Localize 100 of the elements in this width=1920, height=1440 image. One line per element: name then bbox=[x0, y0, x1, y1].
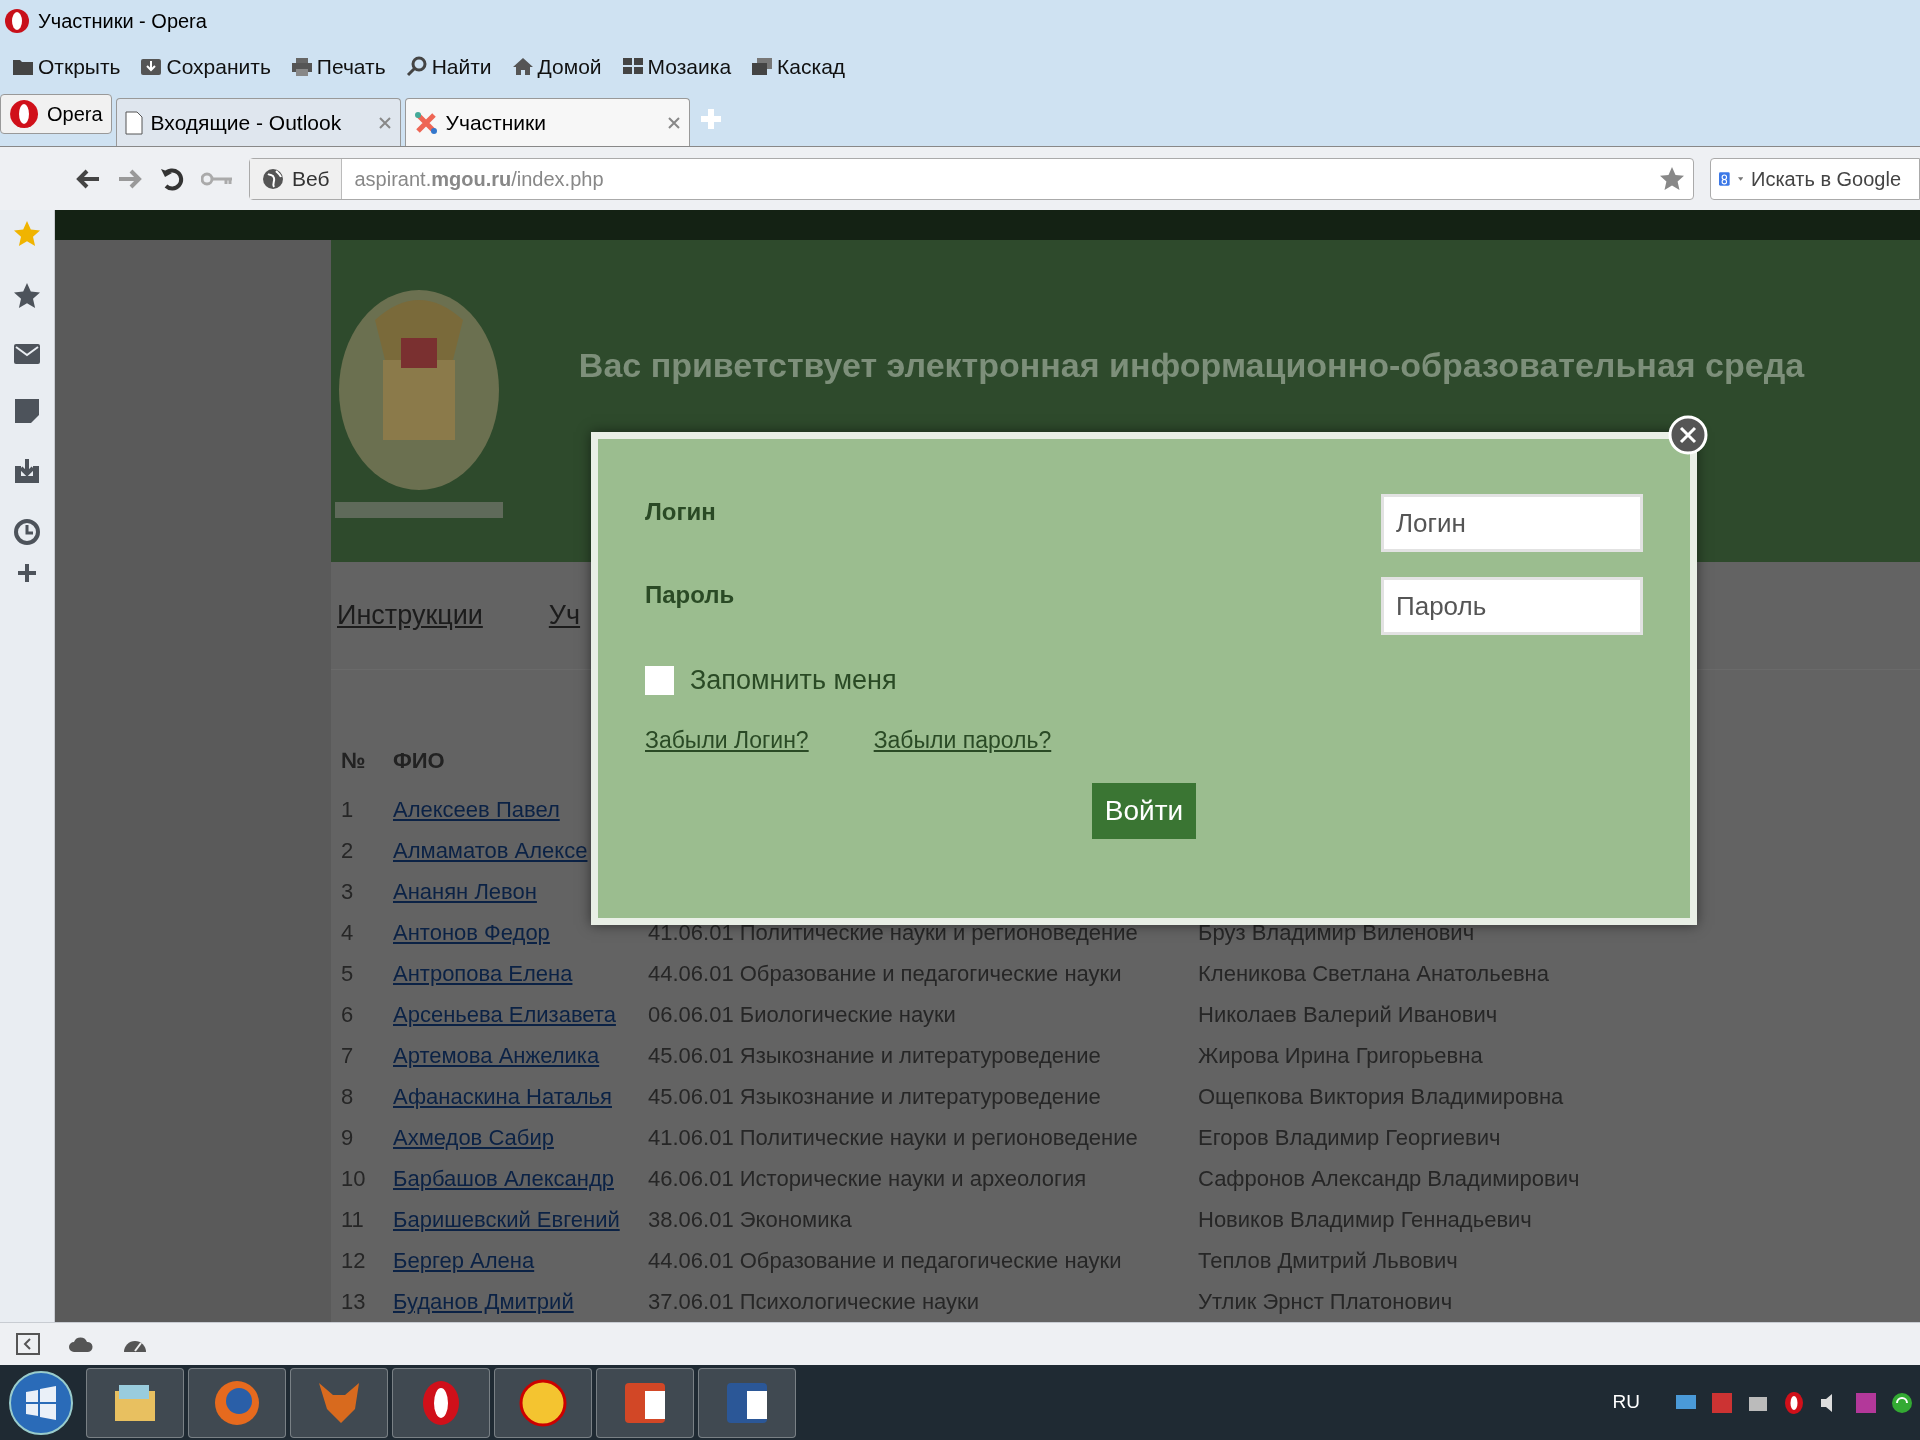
participant-link[interactable]: Бергер Алена bbox=[393, 1244, 648, 1277]
sidebar-button[interactable] bbox=[14, 458, 40, 484]
row-number: 13 bbox=[341, 1288, 367, 1316]
table-cell-text: 37.06.01 Психологические науки bbox=[648, 1288, 980, 1316]
row-number: 2 bbox=[341, 837, 355, 865]
key-icon bbox=[201, 170, 233, 187]
plus-icon bbox=[16, 562, 38, 584]
globe-icon bbox=[262, 167, 284, 190]
table-cell-text: Бруз Владимир Виленович bbox=[1198, 919, 1476, 947]
column-header: № bbox=[341, 747, 367, 775]
opera-menu-button[interactable]: Opera bbox=[0, 94, 112, 134]
taskbar-button[interactable] bbox=[392, 1367, 490, 1438]
sidebar-button[interactable] bbox=[13, 518, 41, 546]
table-cell-text: 46.06.01 Исторические науки и археология bbox=[648, 1165, 1088, 1193]
table-cell-text: 38.06.01 Экономика bbox=[648, 1206, 853, 1234]
participant-link[interactable]: Артемова Анжелика bbox=[393, 1039, 648, 1072]
participant-link[interactable]: Баришевский Евгений bbox=[393, 1203, 648, 1236]
opera-logo-icon[interactable] bbox=[1782, 1390, 1806, 1415]
table-cell-text: 44.06.01 Образование и педагогические науки bbox=[648, 960, 1123, 988]
row-number: 1 bbox=[341, 796, 355, 824]
toolbar-button[interactable]: Домой bbox=[511, 51, 602, 83]
address-field[interactable]: Веб aspirant.mgou.ru/index.php bbox=[249, 157, 1694, 200]
table-cell-text: Ощепкова Виктория Владимировна bbox=[1198, 1083, 1565, 1111]
windows-orb-icon bbox=[8, 1369, 74, 1436]
windows-icon bbox=[751, 56, 774, 78]
participant-link[interactable]: Антонов Федор bbox=[393, 916, 648, 949]
table-cell-text: Егоров Владимир Георгиевич bbox=[1198, 1124, 1502, 1152]
participant-link[interactable]: Афанаскина Наталья bbox=[393, 1080, 648, 1113]
row-number: 9 bbox=[341, 1124, 355, 1152]
table-cell-text: Новиков Владимир Геннадьевич bbox=[1198, 1206, 1533, 1234]
search-box[interactable]: Искать в Google bbox=[1710, 157, 1920, 200]
participant-link[interactable]: Арсеньева Елизавета bbox=[393, 998, 648, 1031]
nav-link[interactable]: Уч bbox=[548, 595, 581, 636]
row-number: 3 bbox=[341, 878, 355, 906]
close-icon[interactable] bbox=[666, 115, 681, 130]
start-button[interactable] bbox=[8, 1369, 74, 1436]
table-cell-text: 06.06.01 Биологические науки bbox=[648, 1001, 957, 1029]
forgot-link[interactable]: Забыли пароль? bbox=[873, 723, 1052, 758]
checkbox-label: Запомнить меня bbox=[690, 663, 897, 697]
download-tray-icon bbox=[140, 56, 163, 78]
sidebar-button[interactable] bbox=[14, 398, 40, 424]
home-icon bbox=[511, 56, 534, 78]
close-button[interactable] bbox=[1668, 415, 1708, 455]
checkbox[interactable] bbox=[645, 665, 674, 695]
antivirus-icon[interactable] bbox=[1710, 1390, 1734, 1415]
participant-link[interactable]: Буданов Дмитрий bbox=[393, 1285, 648, 1318]
reload-button[interactable] bbox=[159, 165, 185, 192]
table-cell-text: 44.06.01 Образование и педагогические науки bbox=[648, 1247, 1123, 1275]
back-button[interactable] bbox=[75, 167, 101, 190]
field-label: Логин bbox=[645, 497, 716, 527]
page-icon bbox=[124, 110, 143, 135]
url-text: aspirant.mgou.ru/index.php bbox=[353, 166, 605, 192]
browser-tab[interactable]: Участники bbox=[404, 98, 690, 146]
row-number: 12 bbox=[341, 1247, 367, 1275]
toolbar-button[interactable]: Печать bbox=[290, 51, 386, 83]
nav-link[interactable]: Инструкции bbox=[337, 595, 483, 636]
table-cell-text: 45.06.01 Языкознание и литературоведение bbox=[648, 1083, 1102, 1111]
table-cell-text: Николаев Валерий Иванович bbox=[1198, 1001, 1499, 1029]
participant-link[interactable]: Антропова Елена bbox=[393, 957, 648, 990]
sidebar-button[interactable] bbox=[14, 344, 40, 364]
search-field[interactable]: Искать в Google bbox=[1751, 163, 1911, 194]
greeting-heading: Вас приветствует электронная информационно-образовательная среда bbox=[577, 345, 1806, 386]
toolbar-button[interactable]: Каскад bbox=[751, 51, 846, 83]
row-number: 6 bbox=[341, 1001, 355, 1029]
close-icon[interactable] bbox=[377, 115, 392, 130]
search-icon bbox=[405, 56, 428, 78]
clock-icon bbox=[13, 518, 41, 546]
sidebar-button[interactable] bbox=[16, 562, 38, 584]
toolbar-button[interactable]: Найти bbox=[405, 51, 492, 83]
opera-logo-icon bbox=[4, 8, 30, 34]
language-indicator[interactable]: RU bbox=[1612, 1388, 1640, 1417]
close-icon bbox=[1668, 415, 1708, 455]
table-cell-text: 45.06.01 Языкознание и литературоведение bbox=[648, 1042, 1102, 1070]
mail-icon bbox=[14, 344, 40, 364]
panel-toggle-icon[interactable] bbox=[16, 1333, 40, 1355]
taskbar-button[interactable] bbox=[494, 1367, 592, 1438]
cloud-icon[interactable] bbox=[68, 1335, 94, 1353]
participant-link[interactable]: Ахмедов Сабир bbox=[393, 1121, 648, 1154]
toolbar-button[interactable]: Открыть bbox=[12, 51, 121, 83]
app-tray-icon[interactable] bbox=[1854, 1390, 1878, 1415]
forgot-link[interactable]: Забыли Логин? bbox=[645, 723, 809, 758]
input-field[interactable]: Логин bbox=[1381, 494, 1643, 552]
download-icon bbox=[14, 458, 40, 484]
arrow-left-icon bbox=[75, 167, 101, 190]
column-header: ФИО bbox=[393, 747, 446, 775]
input-field[interactable]: Пароль bbox=[1381, 577, 1643, 635]
row-number: 4 bbox=[341, 919, 355, 947]
table-cell-text: Утлик Эрнст Платонович bbox=[1198, 1288, 1454, 1316]
row-number: 7 bbox=[341, 1042, 355, 1070]
participant-link[interactable]: Барбашов Александр bbox=[393, 1162, 648, 1195]
login-button[interactable]: Войти bbox=[1092, 782, 1196, 839]
browser-tab[interactable]: Входящие - Outlook bbox=[115, 98, 401, 146]
sidebar-button[interactable] bbox=[13, 282, 41, 310]
taskbar-button[interactable] bbox=[86, 1367, 184, 1438]
toolbar-button[interactable]: Мозаика bbox=[621, 51, 732, 83]
table-cell-text: Жирова Ирина Григорьевна bbox=[1198, 1042, 1484, 1070]
toolbar-button[interactable]: Сохранить bbox=[140, 51, 271, 83]
sync-icon[interactable] bbox=[1890, 1390, 1914, 1415]
taskbar-button[interactable] bbox=[698, 1367, 796, 1438]
taskbar-button[interactable] bbox=[596, 1367, 694, 1438]
